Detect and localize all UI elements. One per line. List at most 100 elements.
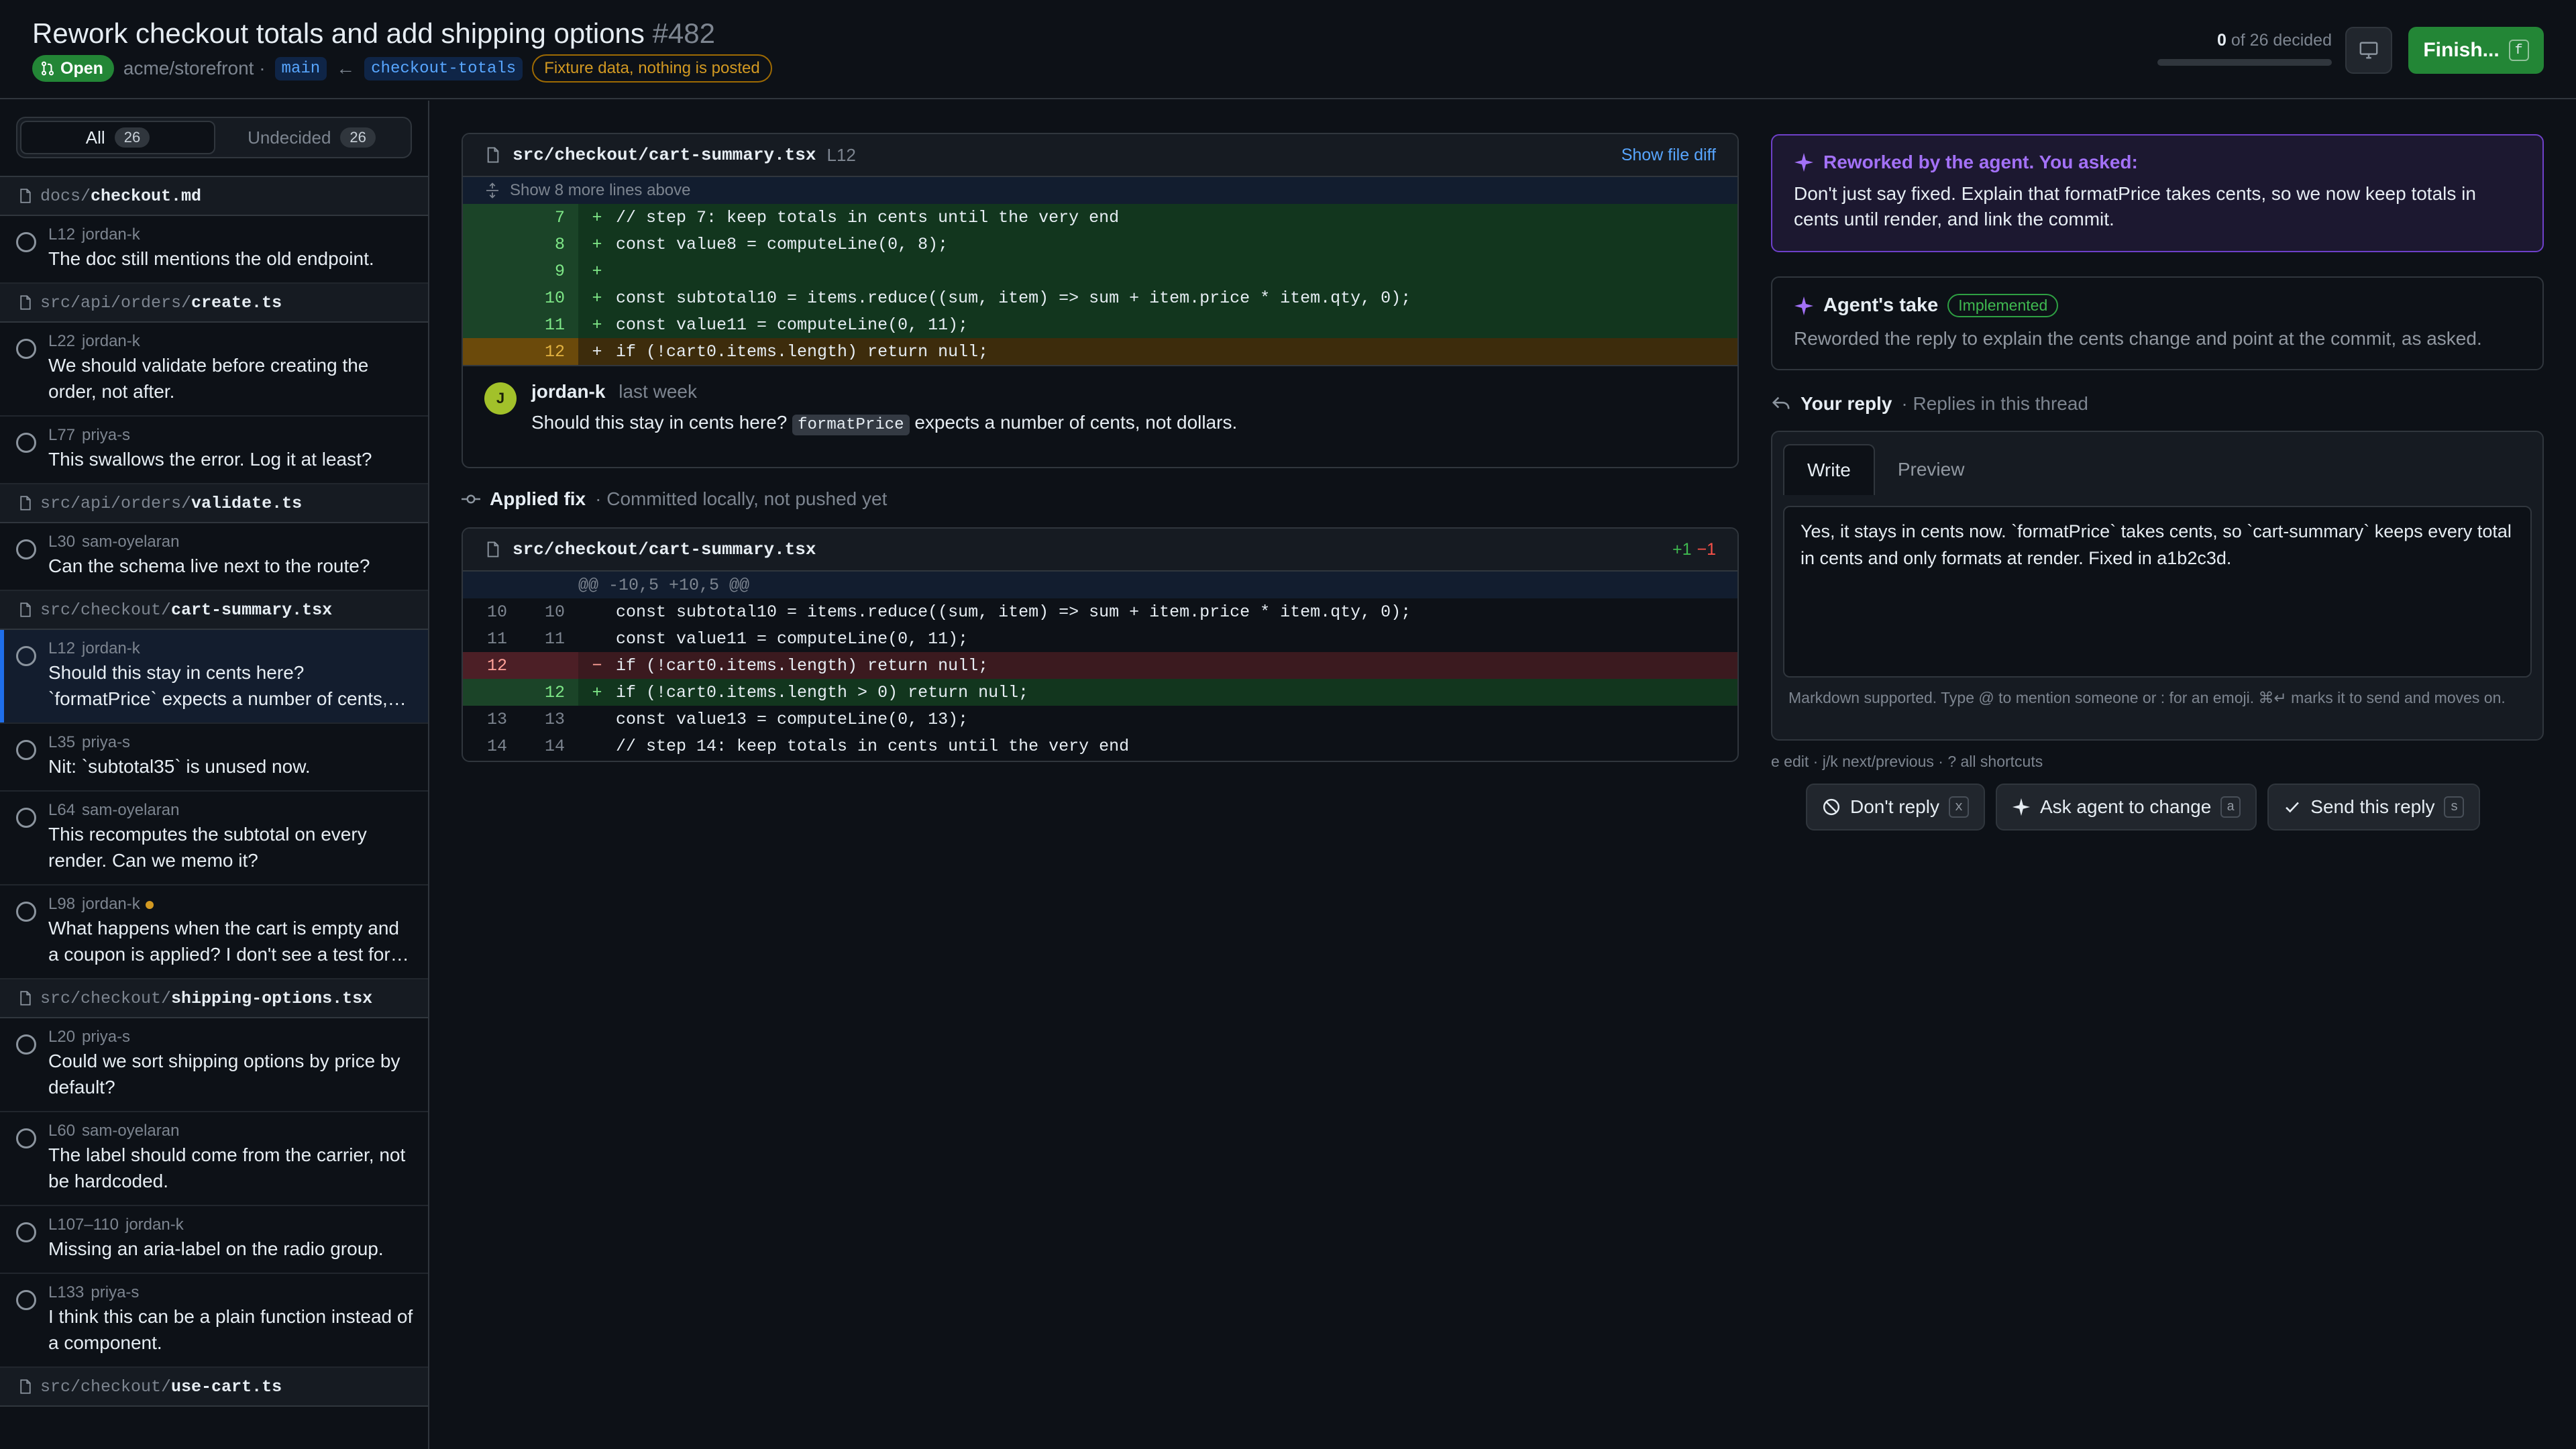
decision-radio[interactable] <box>16 539 36 559</box>
pr-meta: Open acme/storefront · main ← checkout-t… <box>32 54 772 83</box>
comment-list-item[interactable]: L77 priya-s This swallows the error. Log i… <box>0 417 428 484</box>
pr-title-text: Rework checkout totals and add shipping … <box>32 17 645 49</box>
comment-list-item[interactable]: L35 priya-s Nit: `subtotal35` is unused no… <box>0 724 428 792</box>
file-dir: src/checkout/ <box>40 988 172 1008</box>
code-line: 10 + const subtotal10 = items.reduce((sum,… <box>463 284 1737 311</box>
code-line: 12 − if (!cart0.items.length) return null; <box>463 652 1737 679</box>
thread-file-path[interactable]: src/checkout/cart-summary.tsx <box>513 145 816 165</box>
head-branch[interactable]: checkout-totals <box>364 56 523 80</box>
tab-write[interactable]: Write <box>1783 444 1875 495</box>
diffstat-additions: +1 <box>1672 539 1692 559</box>
file-icon <box>20 602 31 617</box>
filter-all-tab[interactable]: All 26 <box>20 121 215 154</box>
decision-radio[interactable] <box>16 646 36 666</box>
display-toggle-button[interactable] <box>2345 27 2392 74</box>
decision-radio[interactable] <box>16 1034 36 1055</box>
new-line-number: 8 <box>521 231 578 258</box>
comment-list-item[interactable]: L12 jordan-k The doc still mentions the ol… <box>0 216 428 284</box>
code-text: const subtotal10 = items.reduce((sum, it… <box>616 602 1411 622</box>
file-group-header[interactable]: src/api/orders/validate.ts <box>0 484 428 523</box>
reply-textarea[interactable]: Yes, it stays in cents now. `formatPrice… <box>1783 506 2532 678</box>
code-line: 12 + if (!cart0.items.length > 0) return n… <box>463 679 1737 706</box>
comment-list-item[interactable]: L20 priya-s Could we sort shipping options… <box>0 1018 428 1112</box>
comment-preview: Nit: `subtotal35` is unused now. <box>48 756 311 777</box>
comment-line-ref: L107–110 <box>48 1216 119 1234</box>
diff-sign: + <box>592 207 602 227</box>
comment-list-item[interactable]: L22 jordan-k We should validate before cre… <box>0 323 428 417</box>
decision-radio[interactable] <box>16 1290 36 1310</box>
new-line-number <box>521 652 578 679</box>
repo-name[interactable]: acme/storefront · <box>123 58 266 79</box>
base-branch[interactable]: main <box>274 56 327 80</box>
file-dir: src/checkout/ <box>40 1377 172 1397</box>
filter-count: 26 <box>340 127 376 148</box>
comment-author: priya-s <box>91 1283 140 1301</box>
new-line-number: 9 <box>521 258 578 284</box>
comment-line-ref: L133 <box>48 1283 85 1301</box>
code-text: const value11 = computeLine(0, 11); <box>616 629 969 649</box>
old-line-number: 11 <box>486 629 507 649</box>
diff-sign: + <box>592 261 602 281</box>
decided-progress-bar <box>2157 59 2332 66</box>
old-line-number: 13 <box>486 709 507 729</box>
file-group-header[interactable]: docs/checkout.md <box>0 177 428 216</box>
code-line: 14 14 // step 14: keep totals in cents unt… <box>463 733 1737 759</box>
expand-lines-button[interactable]: Show 8 more lines above <box>463 177 1737 204</box>
file-group-header[interactable]: src/checkout/shipping-options.tsx <box>0 979 428 1018</box>
ask-agent-button[interactable]: Ask agent to change a <box>1995 784 2257 830</box>
decision-radio[interactable] <box>16 232 36 252</box>
reply-actions: Don't reply x Ask agent to change a Send… <box>1806 784 2481 830</box>
comment-list-item[interactable]: L12 jordan-k Should this stay in cents her… <box>0 630 428 724</box>
monitor-icon <box>2359 42 2378 59</box>
finish-button[interactable]: Finish... f <box>2408 27 2544 74</box>
filter-undecided-tab[interactable]: Undecided 26 <box>215 121 408 154</box>
file-group-header[interactable]: src/api/orders/create.ts <box>0 284 428 323</box>
comment-list-item[interactable]: L98 jordan-k What happens when the cart is… <box>0 885 428 979</box>
diff-sign <box>578 733 616 759</box>
tab-preview[interactable]: Preview <box>1875 444 1988 495</box>
comment-list-item[interactable]: L60 sam-oyelaran The label should come fro… <box>0 1112 428 1206</box>
fix-file-path[interactable]: src/checkout/cart-summary.tsx <box>513 539 816 559</box>
comment-line-ref: L35 <box>48 733 76 751</box>
diff-sign: + <box>592 288 602 308</box>
old-line-number <box>463 231 521 258</box>
comment-preview: I think this can be a plain function ins… <box>48 1306 413 1353</box>
decision-radio[interactable] <box>16 433 36 453</box>
new-line-number: 13 <box>544 709 565 729</box>
decision-radio[interactable] <box>16 740 36 760</box>
comment-line-ref: L98 <box>48 895 76 913</box>
new-line-number: 7 <box>521 204 578 231</box>
decision-radio[interactable] <box>16 339 36 359</box>
file-group-header[interactable]: src/checkout/cart-summary.tsx <box>0 591 428 630</box>
sparkle-icon <box>1794 152 1814 172</box>
code-text: const value8 = computeLine(0, 8); <box>616 234 949 254</box>
decision-radio[interactable] <box>16 1222 36 1242</box>
reply-heading: Your reply · Replies in this thread <box>1771 393 2088 415</box>
dont-reply-button[interactable]: Don't reply x <box>1806 784 1985 830</box>
comment-preview: Missing an aria-label on the radio group… <box>48 1238 384 1259</box>
file-name: create.ts <box>191 292 282 313</box>
decision-radio[interactable] <box>16 902 36 922</box>
comment-list-item[interactable]: L107–110 jordan-k Missing an aria-label on… <box>0 1206 428 1274</box>
diff-sign: + <box>592 315 602 335</box>
comment-list-item[interactable]: L30 sam-oyelaran Can the schema live next … <box>0 523 428 591</box>
file-dir: src/api/orders/ <box>40 493 192 513</box>
agent-rework-notice: Reworked by the agent. You asked: Don't … <box>1771 134 2544 252</box>
comment-preview: We should validate before creating the o… <box>48 355 369 402</box>
comment-list-item[interactable]: L133 priya-s I think this can be a plain f… <box>0 1274 428 1368</box>
diffstat: +1 −1 <box>1672 540 1716 559</box>
decision-radio[interactable] <box>16 1128 36 1148</box>
fix-code: 10 10 const subtotal10 = items.reduce((sum… <box>463 598 1737 759</box>
show-file-diff-link[interactable]: Show file diff <box>1621 146 1716 165</box>
agent-take: Agent's take Implemented Reworded the re… <box>1771 276 2544 370</box>
status-badge: Open <box>32 55 114 82</box>
comment-list-item[interactable]: L64 sam-oyelaran This recomputes the subto… <box>0 792 428 885</box>
send-reply-button[interactable]: Send this reply s <box>2267 784 2481 830</box>
decision-radio[interactable] <box>16 808 36 828</box>
review-comment: J jordan-k last week Should this stay in… <box>463 365 1737 453</box>
diff-sign: + <box>592 234 602 254</box>
pull-request-icon <box>41 61 54 76</box>
file-group-header[interactable]: src/checkout/use-cart.ts <box>0 1368 428 1407</box>
comment-author[interactable]: jordan-k <box>531 381 605 402</box>
comment-inline-code: formatPrice <box>792 415 910 435</box>
